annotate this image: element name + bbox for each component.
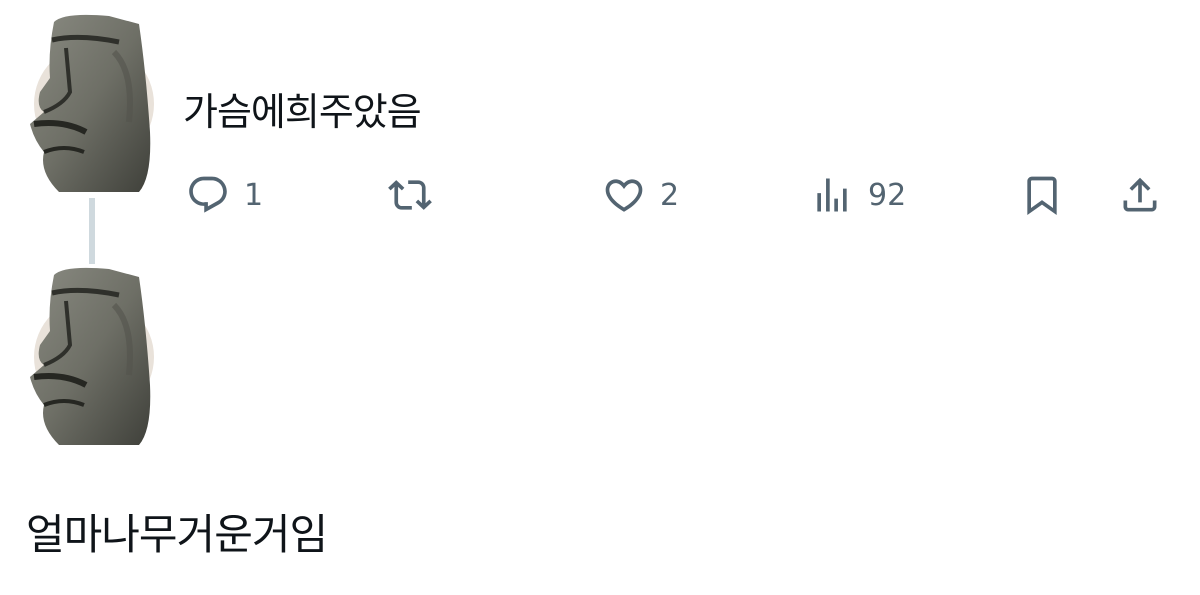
like-count: 2 — [660, 177, 680, 213]
avatar[interactable] — [24, 12, 154, 192]
reply-icon — [189, 176, 227, 213]
bookmark-button[interactable] — [1020, 172, 1064, 218]
share-button[interactable] — [1118, 172, 1162, 218]
retweet-button[interactable] — [388, 172, 432, 218]
views-icon — [817, 178, 847, 212]
moai-avatar-icon — [30, 14, 154, 192]
views-count: 92 — [868, 177, 907, 213]
thread-connector-line — [89, 198, 95, 264]
reply-count: 1 — [244, 177, 264, 213]
reply-text: 얼마나무거운거임 — [26, 510, 328, 559]
moai-avatar-icon — [30, 267, 154, 445]
avatar[interactable] — [24, 265, 154, 445]
bookmark-icon — [1027, 176, 1057, 216]
reply-button[interactable]: 1 — [186, 172, 263, 218]
retweet-icon — [388, 180, 432, 210]
share-icon — [1123, 177, 1157, 212]
views-button[interactable]: 92 — [810, 172, 906, 218]
thread-view: 가슴에희주았음 1 2 92 얼마나무거운거임 — [0, 0, 1200, 595]
like-button[interactable]: 2 — [602, 172, 679, 218]
like-icon — [605, 179, 643, 212]
tweet-text: 가슴에희주았음 — [183, 90, 422, 134]
